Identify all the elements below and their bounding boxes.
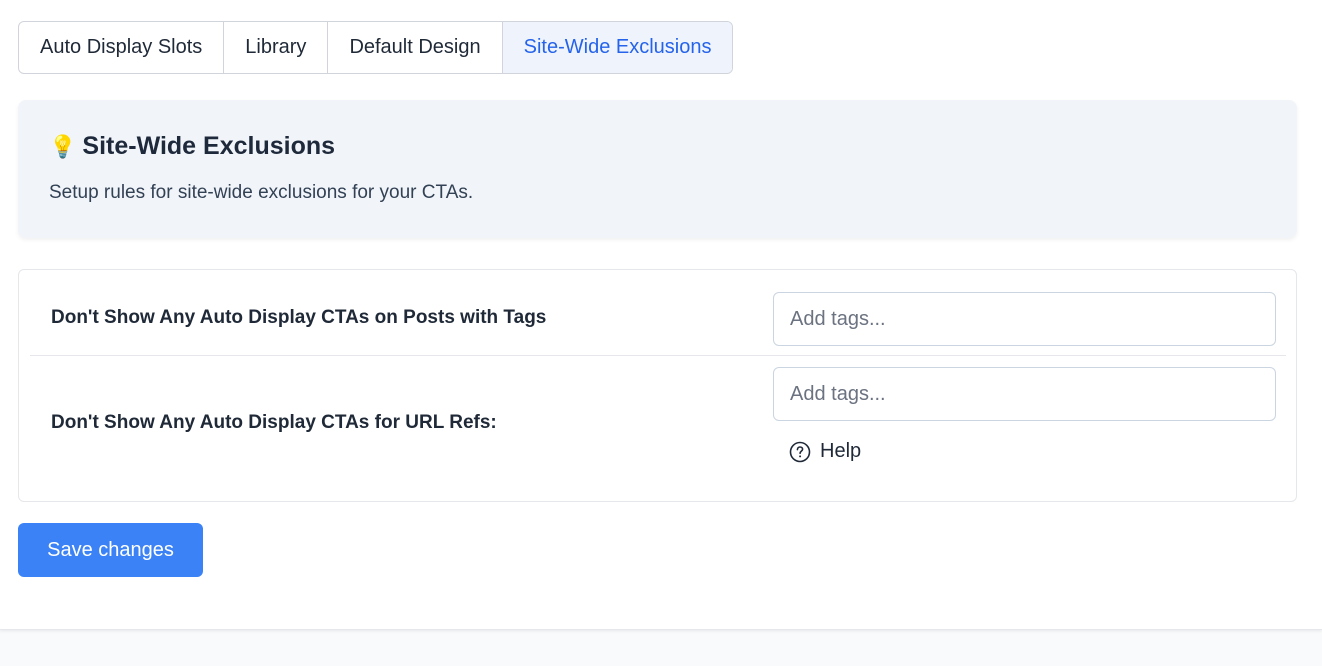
tab-label: Library — [245, 36, 307, 58]
tab-library[interactable]: Library — [224, 22, 329, 73]
lightbulb-icon: 💡 — [49, 133, 77, 159]
help-label: Help — [820, 440, 862, 462]
section-title-text: Site-Wide Exclusions — [82, 132, 336, 160]
tags-exclusion-input[interactable] — [773, 292, 1276, 346]
tab-default-design[interactable]: Default Design — [328, 22, 503, 73]
tab-bar: Auto Display Slots Library Default Desig… — [18, 21, 734, 74]
row-divider — [30, 355, 1286, 356]
info-panel: 💡 Site-Wide Exclusions Setup rules for s… — [18, 100, 1297, 238]
help-link[interactable]: Help — [789, 440, 861, 463]
exclusions-settings-card: Don't Show Any Auto Display CTAs on Post… — [18, 269, 1297, 502]
tab-label: Auto Display Slots — [40, 36, 203, 58]
tab-auto-display-slots[interactable]: Auto Display Slots — [19, 22, 225, 73]
save-changes-button[interactable]: Save changes — [18, 523, 203, 577]
tags-exclusion-label: Don't Show Any Auto Display CTAs on Post… — [51, 307, 547, 328]
section-description: Setup rules for site-wide exclusions for… — [49, 182, 474, 203]
tab-label: Default Design — [349, 36, 481, 58]
settings-page: Auto Display Slots Library Default Desig… — [0, 0, 1322, 630]
question-circle-icon — [789, 441, 811, 462]
url-refs-exclusion-label: Don't Show Any Auto Display CTAs for URL… — [51, 412, 497, 433]
tab-site-wide-exclusions[interactable]: Site-Wide Exclusions — [502, 22, 733, 73]
tab-label: Site-Wide Exclusions — [523, 36, 712, 58]
section-title: 💡 Site-Wide Exclusions — [49, 132, 335, 161]
url-refs-exclusion-input[interactable] — [773, 367, 1276, 421]
